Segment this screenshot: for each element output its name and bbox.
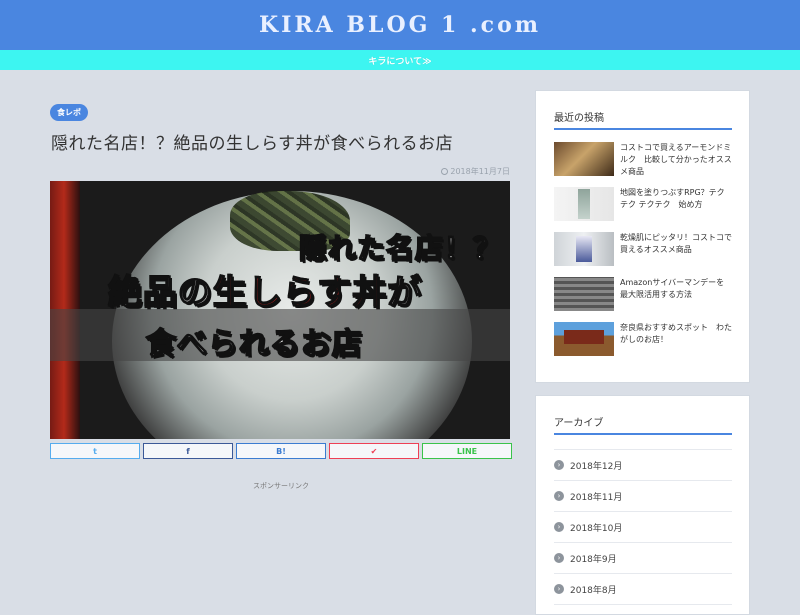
archive-item[interactable]: › 2018年8月 — [554, 574, 732, 605]
about-link[interactable]: キラについて≫ — [368, 54, 431, 67]
recent-post-item[interactable]: 乾燥肌にピッタリ！コストコで買えるオススメ商品 — [554, 232, 749, 266]
recent-post-thumbnail[interactable] — [554, 277, 614, 311]
recent-post-item[interactable]: 奈良県おすすめスポット わたがしのお店！ — [554, 322, 749, 356]
hero-text-line2-pre: 絶品の — [107, 272, 213, 314]
hatena-icon: B! — [276, 446, 286, 456]
archive-title: アーカイブ — [554, 414, 732, 435]
main-article: 食レポ 隠れた名店！？絶品の生しらす丼が食べられるお店 2018年11月7日 隠… — [50, 100, 512, 491]
recent-post-title[interactable]: 乾燥肌にピッタリ！コストコで買えるオススメ商品 — [620, 232, 732, 265]
sub-navigation: キラについて≫ — [0, 50, 800, 70]
post-date: 2018年11月7日 — [50, 166, 512, 177]
recent-post-thumbnail[interactable] — [554, 187, 614, 221]
recent-post-thumbnail[interactable] — [554, 142, 614, 176]
chevron-right-icon: › — [554, 460, 564, 470]
hatena-share-button[interactable]: B! — [236, 443, 326, 459]
recent-post-title[interactable]: 奈良県おすすめスポット わたがしのお店！ — [620, 322, 732, 355]
post-date-text: 2018年11月7日 — [450, 167, 510, 176]
recent-post-item[interactable]: Amazonサイバーマンデーを最大限活用する方法 — [554, 277, 749, 311]
sponsor-label: スポンサーリンク — [253, 482, 309, 490]
recent-post-title[interactable]: 地図を塗りつぶすRPG？テクテク テクテク 始め方 — [620, 187, 732, 220]
line-label: LINE — [456, 446, 478, 456]
archive-item-label[interactable]: 2018年11月 — [570, 490, 622, 503]
site-header: KIRA BLOG 1 .com — [0, 0, 800, 50]
archive-item[interactable]: › 2018年9月 — [554, 543, 732, 574]
category-badge[interactable]: 食レポ — [50, 104, 88, 121]
site-title[interactable]: KIRA BLOG 1 .com — [259, 12, 541, 38]
clock-icon — [441, 168, 449, 175]
hero-text-line2-red: 生しらす丼 — [212, 272, 388, 314]
hero-text-line2-post: が — [387, 272, 423, 314]
chevron-right-icon: › — [554, 584, 564, 594]
recent-post-item[interactable]: 地図を塗りつぶすRPG？テクテク テクテク 始め方 — [554, 187, 749, 221]
archive-item[interactable]: › 2018年10月 — [554, 512, 732, 543]
chevron-right-icon: › — [554, 491, 564, 501]
share-buttons: t f B! ✔ LINE — [50, 443, 512, 459]
hero-image: 隠れた名店！？ 絶品の生しらす丼が 食べられるお店 — [50, 181, 510, 439]
archive-widget: アーカイブ › 2018年12月 › 2018年11月 › 2018年10月 › 201… — [535, 395, 750, 615]
archive-item[interactable]: › 2018年11月 — [554, 481, 732, 512]
hero-text-line3: 食べられるお店 — [145, 326, 363, 363]
twitter-icon: t — [93, 446, 97, 456]
archive-item-label[interactable]: 2018年10月 — [570, 521, 622, 534]
pocket-share-button[interactable]: ✔ — [329, 443, 419, 459]
recent-post-title[interactable]: Amazonサイバーマンデーを最大限活用する方法 — [620, 277, 732, 310]
pocket-icon: ✔ — [370, 446, 378, 456]
post-title: 隠れた名店！？絶品の生しらす丼が食べられるお店 — [51, 134, 454, 154]
recent-posts-title: 最近の投稿 — [554, 109, 732, 130]
recent-post-thumbnail[interactable] — [554, 322, 614, 356]
archive-item-label[interactable]: 2018年12月 — [570, 459, 622, 472]
hero-text-line2: 絶品の生しらす丼が — [107, 265, 423, 314]
chevron-right-icon: › — [554, 553, 564, 563]
twitter-share-button[interactable]: t — [50, 443, 140, 459]
hero-text-line1: 隠れた名店！？ — [298, 231, 502, 266]
recent-posts-list: コストコで買えるアーモンドミルク 比較して分かったオススメ商品 地図を塗りつぶす… — [554, 142, 749, 356]
recent-post-item[interactable]: コストコで買えるアーモンドミルク 比較して分かったオススメ商品 — [554, 142, 749, 176]
recent-post-title[interactable]: コストコで買えるアーモンドミルク 比較して分かったオススメ商品 — [620, 142, 732, 176]
recent-posts-widget: 最近の投稿 コストコで買えるアーモンドミルク 比較して分かったオススメ商品 地図… — [535, 90, 750, 383]
facebook-share-button[interactable]: f — [143, 443, 233, 459]
chevron-right-icon: › — [554, 522, 564, 532]
line-share-button[interactable]: LINE — [422, 443, 512, 459]
archive-list: › 2018年12月 › 2018年11月 › 2018年10月 › 2018年9月 ›… — [554, 449, 732, 605]
archive-item-label[interactable]: 2018年8月 — [570, 583, 617, 596]
archive-item[interactable]: › 2018年12月 — [554, 449, 732, 481]
recent-post-thumbnail[interactable] — [554, 232, 614, 266]
archive-item-label[interactable]: 2018年9月 — [570, 552, 617, 565]
facebook-icon: f — [186, 446, 190, 456]
